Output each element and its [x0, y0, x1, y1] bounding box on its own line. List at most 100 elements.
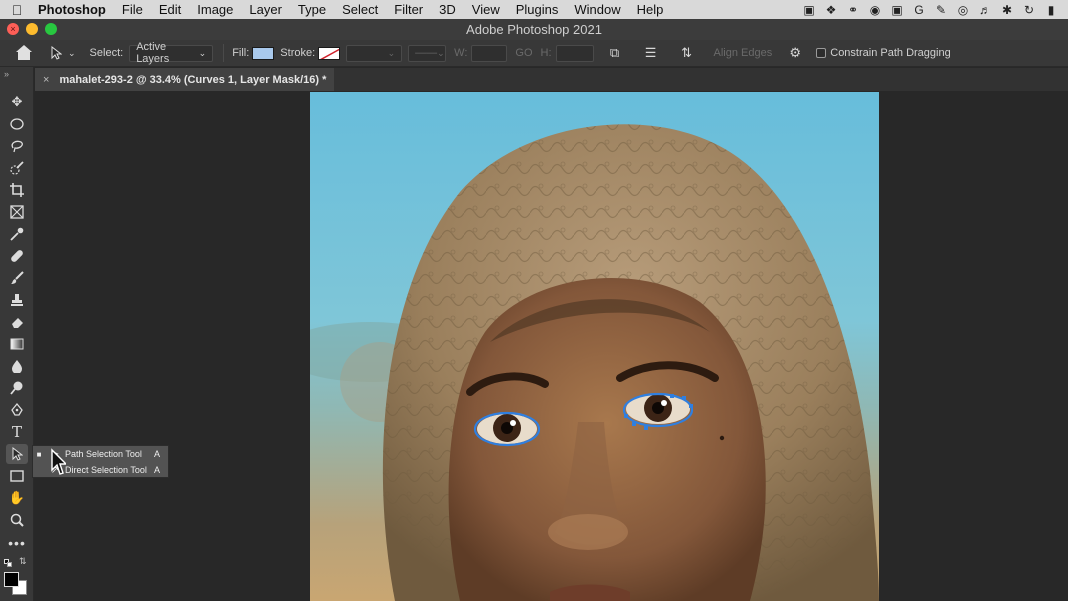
checkbox-box[interactable]: [816, 48, 827, 58]
photo-icon[interactable]: ▣: [886, 3, 908, 17]
flyout-item-label: Direct Selection Tool: [65, 465, 147, 475]
stroke-label: Stroke:: [280, 47, 316, 59]
close-tab-icon[interactable]: ×: [43, 74, 49, 86]
brush-tool-icon[interactable]: [6, 268, 28, 288]
lasso-tool-icon[interactable]: [6, 136, 28, 156]
close-window-button[interactable]: ×: [7, 23, 19, 35]
document-image[interactable]: [310, 92, 879, 601]
path-arrangement-icon[interactable]: ⇅: [676, 43, 698, 63]
path-operations-icon[interactable]: ⧉: [604, 43, 626, 63]
menu-bar:  Photoshop File Edit Image Layer Type S…: [0, 0, 1068, 19]
options-bar: ⌄ Select: Active Layers ⌄ Fill: Stroke: …: [0, 40, 1068, 67]
pen-tool-icon[interactable]: [6, 400, 28, 420]
time-machine-icon[interactable]: ↻: [1018, 3, 1040, 17]
menu-filter[interactable]: Filter: [386, 2, 431, 17]
link-dimensions-icon[interactable]: GO: [515, 47, 532, 59]
menu-photoshop[interactable]: Photoshop: [34, 2, 114, 17]
window-controls: ×: [7, 23, 57, 35]
document-tab-title: mahalet-293-2 @ 33.4% (Curves 1, Layer M…: [59, 73, 327, 86]
document-tab-bar: × mahalet-293-2 @ 33.4% (Curves 1, Layer…: [35, 68, 1068, 91]
dodge-tool-icon[interactable]: [6, 378, 28, 398]
chevron-down-icon: ⌄: [198, 47, 207, 58]
fill-label: Fill:: [232, 47, 250, 59]
blur-tool-icon[interactable]: [6, 356, 28, 376]
window-title: Adobe Photoshop 2021: [466, 22, 602, 37]
select-label: Select:: [89, 47, 124, 59]
bluetooth-icon[interactable]: ✱: [996, 3, 1018, 17]
select-mode-dropdown[interactable]: Active Layers ⌄: [129, 41, 214, 65]
menu-3d[interactable]: 3D: [431, 2, 464, 17]
no-stroke-slash-icon: [320, 48, 340, 59]
minimize-window-button[interactable]: [26, 23, 38, 35]
more-tools-icon[interactable]: •••: [6, 533, 28, 553]
constrain-path-dragging-checkbox[interactable]: Constrain Path Dragging: [816, 47, 951, 59]
menu-help[interactable]: Help: [629, 2, 672, 17]
width-label: W:: [454, 47, 468, 59]
swap-colors-icon[interactable]: ⇅: [19, 556, 27, 567]
path-selection-tool-icon[interactable]: [6, 444, 28, 464]
rectangle-tool-icon[interactable]: [6, 466, 28, 486]
marquee-tool-icon[interactable]: [6, 114, 28, 134]
width-field[interactable]: [471, 44, 508, 62]
chevron-down-icon: ⌄: [437, 47, 445, 58]
canvas-area[interactable]: [35, 91, 1068, 601]
foreground-color-swatch[interactable]: [4, 572, 19, 587]
select-mode-value: Active Layers: [136, 41, 170, 65]
home-icon[interactable]: [14, 45, 34, 61]
frame-tool-icon[interactable]: [6, 202, 28, 222]
zoom-window-button[interactable]: [45, 23, 57, 35]
fill-color-swatch[interactable]: [252, 46, 275, 60]
stroke-type-dropdown[interactable]: —— ⌄: [408, 44, 447, 62]
flyout-item-shortcut: A: [154, 449, 161, 459]
dropbox-icon[interactable]: ❖: [820, 3, 842, 17]
default-colors-icon[interactable]: [4, 559, 12, 567]
zoom-tool-icon[interactable]: [6, 510, 28, 530]
type-tool-icon[interactable]: T: [6, 422, 28, 442]
gradient-tool-icon[interactable]: [6, 334, 28, 354]
stroke-color-swatch[interactable]: [318, 46, 341, 60]
gear-icon[interactable]: ⚙: [784, 43, 806, 63]
grammarly-icon[interactable]: G: [908, 3, 930, 17]
selected-bullet-icon: ■: [36, 449, 42, 459]
eyedropper-tool-icon[interactable]: [6, 224, 28, 244]
menu-edit[interactable]: Edit: [151, 2, 189, 17]
chevron-down-icon: ⌄: [387, 47, 396, 58]
screen-record-icon[interactable]: ▣: [798, 3, 820, 17]
apple-icon[interactable]: : [0, 2, 34, 18]
healing-brush-tool-icon[interactable]: [6, 246, 28, 266]
pen-icon[interactable]: ✎: [930, 3, 952, 17]
cast-icon[interactable]: ◎: [952, 3, 974, 17]
quick-selection-tool-icon[interactable]: [6, 158, 28, 178]
stroke-width-field[interactable]: ⌄: [346, 44, 403, 62]
creative-cloud-icon[interactable]: ⚭: [842, 3, 864, 17]
path-alignment-icon[interactable]: ☰: [640, 43, 662, 63]
chevron-down-icon: ⌄: [68, 47, 76, 58]
constrain-path-dragging-label: Constrain Path Dragging: [830, 47, 951, 59]
title-bar: × Adobe Photoshop 2021: [0, 19, 1068, 40]
menu-file[interactable]: File: [114, 2, 151, 17]
menu-plugins[interactable]: Plugins: [508, 2, 567, 17]
chrome-icon[interactable]: ◉: [864, 3, 886, 17]
flyout-item-label: Path Selection Tool: [65, 449, 142, 459]
menu-window[interactable]: Window: [566, 2, 628, 17]
clone-stamp-tool-icon[interactable]: [6, 290, 28, 310]
eraser-tool-icon[interactable]: [6, 312, 28, 332]
menu-type[interactable]: Type: [290, 2, 334, 17]
collapse-panel-icon[interactable]: »: [4, 69, 9, 79]
battery-icon[interactable]: ▮: [1040, 3, 1062, 17]
align-edges-label[interactable]: Align Edges: [714, 47, 773, 59]
crop-tool-icon[interactable]: [6, 180, 28, 200]
volume-icon[interactable]: ♬: [974, 3, 996, 17]
move-tool-icon[interactable]: ✥: [6, 92, 28, 112]
menu-image[interactable]: Image: [189, 2, 241, 17]
portrait-image[interactable]: [310, 92, 879, 601]
tool-preset-picker[interactable]: ⌄: [50, 46, 76, 60]
menu-select[interactable]: Select: [334, 2, 386, 17]
document-tab[interactable]: × mahalet-293-2 @ 33.4% (Curves 1, Layer…: [35, 68, 335, 91]
height-field[interactable]: [555, 44, 594, 62]
menu-view[interactable]: View: [464, 2, 508, 17]
mouse-cursor-icon: [51, 448, 66, 475]
hand-tool-icon[interactable]: ✋: [6, 488, 28, 508]
status-area: ▣ ❖ ⚭ ◉ ▣ G ✎ ◎ ♬ ✱ ↻ ▮: [798, 0, 1062, 19]
menu-layer[interactable]: Layer: [241, 2, 290, 17]
